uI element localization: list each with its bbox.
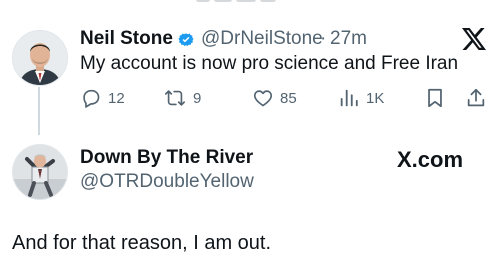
reply-button[interactable]: 12 bbox=[80, 86, 125, 110]
x-logo-icon[interactable] bbox=[462, 28, 486, 55]
repost-count: 9 bbox=[193, 89, 202, 107]
share-button[interactable] bbox=[465, 86, 487, 110]
views-icon bbox=[338, 87, 360, 109]
tweet-action-bar: 12 9 85 1K bbox=[80, 86, 490, 110]
views-count: 1K bbox=[366, 89, 385, 107]
reply-timestamp[interactable]: 27m bbox=[330, 28, 367, 50]
share-icon bbox=[465, 87, 487, 109]
screenshot-canvas: Neil Stone @DrNeilStone · 27m My account… bbox=[0, 0, 500, 276]
reply-text: My account is now pro science and Free I… bbox=[80, 53, 459, 74]
like-button[interactable]: 85 bbox=[252, 86, 297, 110]
bookmark-icon bbox=[425, 87, 445, 109]
bookmark-button[interactable] bbox=[425, 86, 445, 110]
repost-icon bbox=[163, 87, 187, 109]
reply-count: 12 bbox=[108, 89, 125, 107]
thread-connector-line bbox=[38, 87, 40, 135]
reply-icon bbox=[80, 87, 102, 109]
views-button[interactable]: 1K bbox=[338, 86, 384, 110]
verified-badge-icon bbox=[177, 31, 195, 49]
handle-time-separator: · bbox=[320, 28, 327, 49]
reply-author-name[interactable]: Neil Stone bbox=[80, 28, 173, 50]
post-text: And for that reason, I am out. bbox=[12, 232, 272, 254]
repost-button[interactable]: 9 bbox=[163, 86, 201, 110]
like-count: 85 bbox=[280, 89, 297, 107]
like-icon bbox=[252, 87, 274, 109]
author-avatar-neil-stone[interactable] bbox=[12, 30, 68, 86]
x-com-brand: X.com bbox=[397, 147, 464, 172]
reply-author-handle[interactable]: @DrNeilStone bbox=[201, 28, 323, 50]
post-author-handle[interactable]: @OTRDoubleYellow bbox=[80, 171, 254, 193]
clipped-top-content bbox=[0, 0, 500, 8]
author-avatar-down-by-the-river[interactable] bbox=[12, 144, 68, 200]
post-author-name[interactable]: Down By The River bbox=[80, 147, 253, 169]
